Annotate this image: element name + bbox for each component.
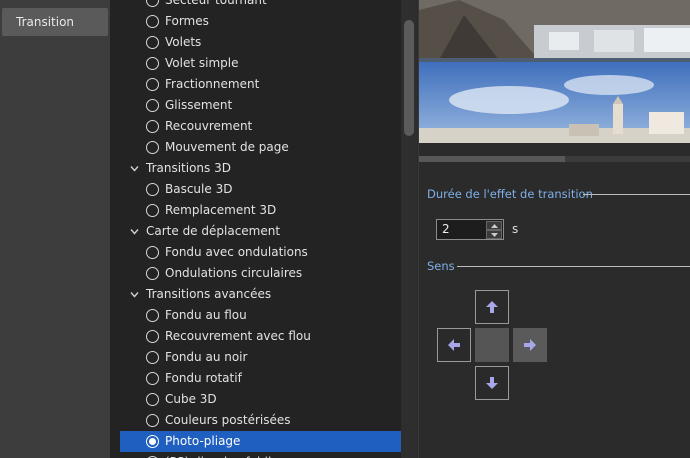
list-item-label: Fondu au flou [165, 308, 247, 322]
settings-panel: Durée de l'effet de transition 2 s Sens [418, 0, 690, 458]
list-item-label: Bascule 3D [165, 182, 233, 196]
divider [583, 194, 690, 195]
list-item[interactable]: Secteur tournant [110, 0, 401, 11]
decrement-button[interactable] [486, 230, 502, 239]
left-arrow-icon [448, 339, 460, 351]
radio-button[interactable] [146, 0, 159, 7]
direction-right-button[interactable] [513, 328, 547, 362]
list-item[interactable]: Fondu au noir [110, 347, 401, 368]
list-item-label: Mouvement de page [165, 140, 289, 154]
list-item-label: Fondu avec ondulations [165, 245, 308, 259]
list-item-label: Fondu rotatif [165, 371, 242, 385]
list-item[interactable]: Mouvement de page [110, 137, 401, 158]
list-item[interactable]: Ondulations circulaires [110, 263, 401, 284]
right-arrow-icon [524, 339, 536, 351]
scrollbar-thumb[interactable] [404, 20, 414, 136]
list-item-label: Formes [165, 14, 209, 28]
radio-button[interactable] [146, 204, 159, 217]
chevron-down-icon[interactable] [130, 164, 139, 173]
radio-button[interactable] [146, 78, 159, 91]
radio-button[interactable] [146, 330, 159, 343]
list-item-label: Remplacement 3D [165, 203, 277, 217]
nav-item-transition[interactable]: Transition [2, 8, 108, 36]
radio-button[interactable] [146, 351, 159, 364]
increment-button[interactable] [486, 221, 502, 230]
radio-button[interactable] [146, 267, 159, 280]
direction-center [475, 328, 509, 362]
tree-group[interactable]: Transitions 3D [110, 158, 401, 179]
list-item-label: Recouvrement avec flou [165, 329, 311, 343]
list-item-label: Fractionnement [165, 77, 260, 91]
list-item[interactable]: Fractionnement [110, 74, 401, 95]
list-item-label: Fondu au noir [165, 350, 248, 364]
list-item[interactable]: Recouvrement avec flou [110, 326, 401, 347]
radio-button[interactable] [146, 435, 159, 448]
list-item-label: Transitions avancées [146, 287, 272, 301]
chevron-up-icon [491, 224, 498, 228]
radio-button[interactable] [146, 36, 159, 49]
left-navigation: Effet Transition [0, 0, 110, 458]
list-item[interactable]: Volets [110, 32, 401, 53]
radio-button[interactable] [146, 57, 159, 70]
radio-button[interactable] [146, 372, 159, 385]
list-item-label: Ondulations circulaires [165, 266, 303, 280]
down-arrow-icon [486, 377, 498, 389]
list-scrollbar[interactable] [401, 0, 417, 458]
list-item[interactable]: Bascule 3D [110, 179, 401, 200]
list-item[interactable]: Volet simple [110, 53, 401, 74]
radio-button[interactable] [146, 393, 159, 406]
list-item-label: Photo-pliage [165, 434, 241, 448]
list-item[interactable]: Formes [110, 11, 401, 32]
radio-button[interactable] [146, 15, 159, 28]
list-item[interactable]: Glissement [110, 95, 401, 116]
radio-button[interactable] [146, 120, 159, 133]
transition-preview-image [419, 0, 690, 143]
duration-unit: s [512, 222, 519, 236]
radio-button[interactable] [146, 414, 159, 427]
radio-button[interactable] [146, 246, 159, 259]
up-arrow-icon [486, 301, 498, 313]
list-item[interactable]: Fondu au flou [110, 305, 401, 326]
radio-button[interactable] [146, 141, 159, 154]
radio-button[interactable] [146, 99, 159, 112]
direction-left-button[interactable] [437, 328, 471, 362]
preview-progress-bar[interactable] [419, 156, 690, 162]
list-item-label: (PS) dissolve fabile [165, 452, 279, 458]
direction-up-button[interactable] [475, 290, 509, 324]
list-item-label: Glissement [165, 98, 233, 112]
direction-down-button[interactable] [475, 366, 509, 400]
duration-section-title: Durée de l'effet de transition [427, 187, 593, 201]
transition-list: Secteur tournant Formes Volets Volet simple… [110, 0, 401, 458]
tree-group[interactable]: Carte de déplacement [110, 221, 401, 242]
list-item-label: Volet simple [165, 56, 239, 70]
divider [457, 266, 690, 267]
tree-group[interactable]: Transitions avancées [110, 284, 401, 305]
chevron-down-icon[interactable] [130, 227, 139, 236]
list-item-label: Couleurs postérisées [165, 413, 291, 427]
chevron-down-icon[interactable] [130, 290, 139, 299]
list-item-label: Recouvrement [165, 119, 253, 133]
radio-button[interactable] [146, 309, 159, 322]
list-item-label: Transitions 3D [146, 161, 231, 175]
duration-stepper[interactable]: 2 [436, 219, 504, 240]
list-item[interactable]: Couleurs postérisées [110, 410, 401, 431]
list-item-label: Carte de déplacement [146, 224, 281, 238]
chevron-down-icon [491, 233, 498, 237]
list-item[interactable]: (PS) dissolve fabile [110, 452, 401, 458]
list-item[interactable]: Recouvrement [110, 116, 401, 137]
list-item[interactable]: Cube 3D [110, 389, 401, 410]
list-item-selected[interactable]: Photo-pliage [120, 431, 401, 452]
list-item[interactable]: Fondu avec ondulations [110, 242, 401, 263]
list-item[interactable]: Remplacement 3D [110, 200, 401, 221]
list-item-label: Cube 3D [165, 392, 217, 406]
radio-button[interactable] [146, 183, 159, 196]
list-item-label: Volets [165, 35, 202, 49]
direction-section-title: Sens [427, 259, 455, 273]
list-item-label: Secteur tournant [165, 0, 267, 7]
duration-input[interactable]: 2 [442, 222, 450, 236]
list-item[interactable]: Fondu rotatif [110, 368, 401, 389]
